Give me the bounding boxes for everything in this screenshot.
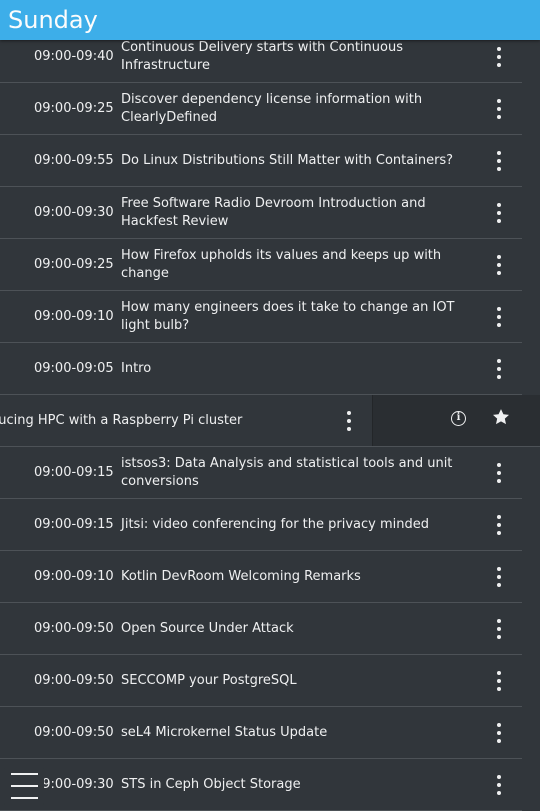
session-time: 09:00-09:30 (34, 205, 114, 220)
session-row[interactable]: 09:00-09:05 Intro (0, 343, 522, 395)
hamburger-menu-icon[interactable] (4, 766, 44, 806)
more-options-icon[interactable] (486, 198, 512, 228)
app-header: Sunday (0, 0, 540, 40)
star-icon[interactable] (491, 407, 511, 427)
more-options-icon[interactable] (486, 354, 512, 384)
more-options-icon[interactable] (486, 458, 512, 488)
session-row[interactable]: 09:00-09:50 SECCOMP your PostgreSQL (0, 655, 522, 707)
session-title: Do Linux Distributions Still Matter with… (121, 152, 454, 168)
session-row[interactable]: 09:00-09:50 Open Source Under Attack (0, 603, 522, 655)
session-time: 09:00-09:50 (34, 621, 114, 636)
more-options-icon[interactable] (486, 510, 512, 540)
session-time: 09:00-09:55 (34, 153, 114, 168)
session-title: How many engineers does it take to chang… (121, 299, 455, 333)
session-row[interactable]: 09:00-09:15 Jitsi: video conferencing fo… (0, 499, 522, 551)
session-time: 09:00-09:10 (34, 569, 114, 584)
session-title: istsos3: Data Analysis and statistical t… (121, 455, 453, 489)
info-icon[interactable]: i (451, 411, 466, 426)
session-row[interactable]: 09:00-09:30 STS in Ceph Object Storage (0, 759, 522, 811)
session-time: 09:00-09:10 (34, 309, 114, 324)
session-title: Discover dependency license information … (121, 91, 423, 125)
session-row[interactable]: 09:00-09:30 Free Software Radio Devroom … (0, 187, 522, 239)
session-title: Open Source Under Attack (121, 620, 294, 636)
session-title: STS in Ceph Object Storage (121, 776, 301, 792)
session-row[interactable]: 09:00-09:55 Do Linux Distributions Still… (0, 135, 522, 187)
session-title: ducing HPC with a Raspberry Pi cluster (0, 412, 243, 428)
session-row[interactable]: 09:00-09:10 How many engineers does it t… (0, 291, 522, 343)
session-time: 09:00-09:25 (34, 101, 114, 116)
session-title: SECCOMP your PostgreSQL (121, 672, 297, 688)
more-options-icon[interactable] (486, 94, 512, 124)
more-options-icon[interactable] (486, 42, 512, 72)
more-options-icon[interactable] (486, 666, 512, 696)
more-options-icon[interactable] (336, 406, 362, 436)
session-title: Kotlin DevRoom Welcoming Remarks (121, 568, 361, 584)
more-options-icon[interactable] (486, 562, 512, 592)
session-title: Intro (121, 360, 152, 376)
session-title: Free Software Radio Devroom Introduction… (121, 195, 426, 229)
session-title: Jitsi: video conferencing for the privac… (121, 516, 430, 532)
session-time: 09:00-09:15 (34, 517, 114, 532)
session-row[interactable]: 09:00-09:50 seL4 Microkernel Status Upda… (0, 707, 522, 759)
session-row[interactable]: 09:00-09:10 Kotlin DevRoom Welcoming Rem… (0, 551, 522, 603)
session-title: How Firefox upholds its values and keeps… (121, 247, 442, 281)
session-row[interactable]: 09:00-09:25 How Firefox upholds its valu… (0, 239, 522, 291)
swipe-actions: i (372, 395, 540, 446)
session-time: 09:00-09:50 (34, 673, 114, 688)
more-options-icon[interactable] (486, 614, 512, 644)
more-options-icon[interactable] (486, 250, 512, 280)
page-title: Sunday (8, 6, 98, 34)
session-title: seL4 Microkernel Status Update (121, 724, 328, 740)
more-options-icon[interactable] (486, 718, 512, 748)
session-time: 09:00-09:30 (34, 777, 114, 792)
session-row[interactable]: 09:00-09:15 istsos3: Data Analysis and s… (0, 447, 522, 499)
more-options-icon[interactable] (486, 146, 512, 176)
session-time: 09:00-09:50 (34, 725, 114, 740)
session-time: 09:00-09:05 (34, 361, 114, 376)
session-row-swiped[interactable]: ducing HPC with a Raspberry Pi cluster i (0, 395, 540, 447)
more-options-icon[interactable] (486, 302, 512, 332)
session-time: 09:00-09:15 (34, 465, 114, 480)
session-time: 09:00-09:25 (34, 257, 114, 272)
session-list[interactable]: 09:00-09:40 Continuous Delivery starts w… (0, 31, 540, 811)
more-options-icon[interactable] (486, 770, 512, 800)
session-row[interactable]: 09:00-09:25 Discover dependency license … (0, 83, 522, 135)
